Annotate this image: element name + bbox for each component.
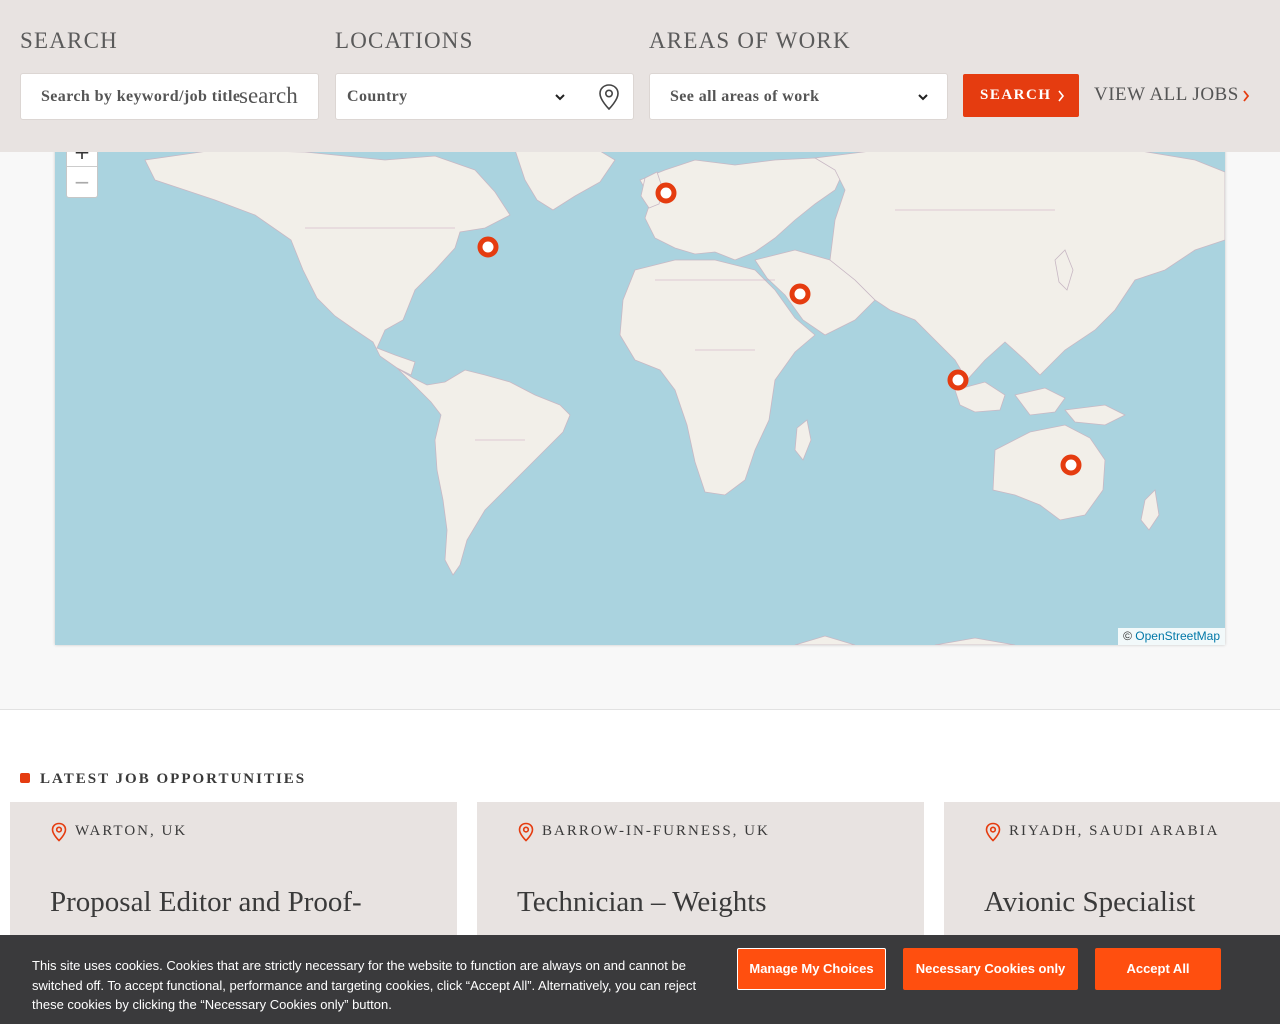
search-icon: search xyxy=(239,83,298,108)
location-pin-icon[interactable] xyxy=(597,83,621,111)
job-title[interactable]: Proposal Editor and Proof- xyxy=(50,886,362,919)
manage-choices-button[interactable]: Manage My Choices xyxy=(737,948,886,990)
areas-label: AREAS OF WORK xyxy=(649,28,851,53)
location-pin-icon xyxy=(51,822,67,842)
view-all-jobs-label: VIEW ALL JOBS xyxy=(1094,84,1239,105)
job-location-text: WARTON, UK xyxy=(75,823,188,839)
areas-select-value: See all areas of work xyxy=(670,88,820,105)
openstreetmap-link[interactable]: OpenStreetMap xyxy=(1135,629,1220,643)
map-marker-uk[interactable] xyxy=(654,181,678,205)
accept-all-button[interactable]: Accept All xyxy=(1095,948,1221,990)
necessary-cookies-button[interactable]: Necessary Cookies only xyxy=(903,948,1078,990)
location-pin-icon xyxy=(518,822,534,842)
chevron-down-icon xyxy=(918,94,928,101)
job-title[interactable]: Technician – Weights xyxy=(517,886,767,919)
chevron-right-icon xyxy=(1243,90,1250,102)
latest-jobs-heading: LATEST JOB OPPORTUNITIES xyxy=(20,771,306,788)
job-search-bar: SEARCH Search by keyword/job title searc… xyxy=(0,0,1280,152)
locations-label: LOCATIONS xyxy=(335,28,474,53)
latest-jobs-heading-text: LATEST JOB OPPORTUNITIES xyxy=(40,771,307,787)
map-marker-singapore[interactable] xyxy=(946,368,970,392)
job-title[interactable]: Avionic Specialist xyxy=(984,886,1195,919)
accent-square-icon xyxy=(20,773,30,783)
country-select[interactable]: Country xyxy=(335,73,634,120)
view-all-jobs-link[interactable]: VIEW ALL JOBS xyxy=(1094,84,1250,106)
search-button-label: SEARCH xyxy=(980,87,1052,103)
keyword-placeholder: Search by keyword/job title xyxy=(41,88,241,105)
attribution-prefix: © xyxy=(1123,629,1132,643)
job-location-text: BARROW-IN-FURNESS, UK xyxy=(542,823,770,839)
search-button[interactable]: SEARCH xyxy=(963,74,1079,117)
map-marker-australia[interactable] xyxy=(1059,453,1083,477)
map-marker-us-east[interactable] xyxy=(476,235,500,259)
job-location-text: RIYADH, SAUDI ARABIA xyxy=(1009,823,1220,839)
cookie-message: This site uses cookies. Cookies that are… xyxy=(32,958,697,1012)
search-label: SEARCH xyxy=(20,28,118,53)
map-tiles xyxy=(144,143,1225,645)
chevron-down-icon xyxy=(555,94,565,101)
jobs-map[interactable]: + − © OpenStreetMap xyxy=(55,120,1225,645)
zoom-out-button[interactable]: − xyxy=(67,167,97,197)
country-select-value: Country xyxy=(347,88,408,105)
cookie-banner: This site uses cookies. Cookies that are… xyxy=(0,935,1280,1024)
keyword-search-input[interactable]: Search by keyword/job title search xyxy=(20,73,319,120)
map-attribution: © OpenStreetMap xyxy=(1118,628,1225,645)
areas-of-work-select[interactable]: See all areas of work xyxy=(649,73,948,120)
map-marker-saudi-arabia[interactable] xyxy=(788,282,812,306)
location-pin-icon xyxy=(985,822,1001,842)
chevron-right-icon xyxy=(1058,90,1065,102)
